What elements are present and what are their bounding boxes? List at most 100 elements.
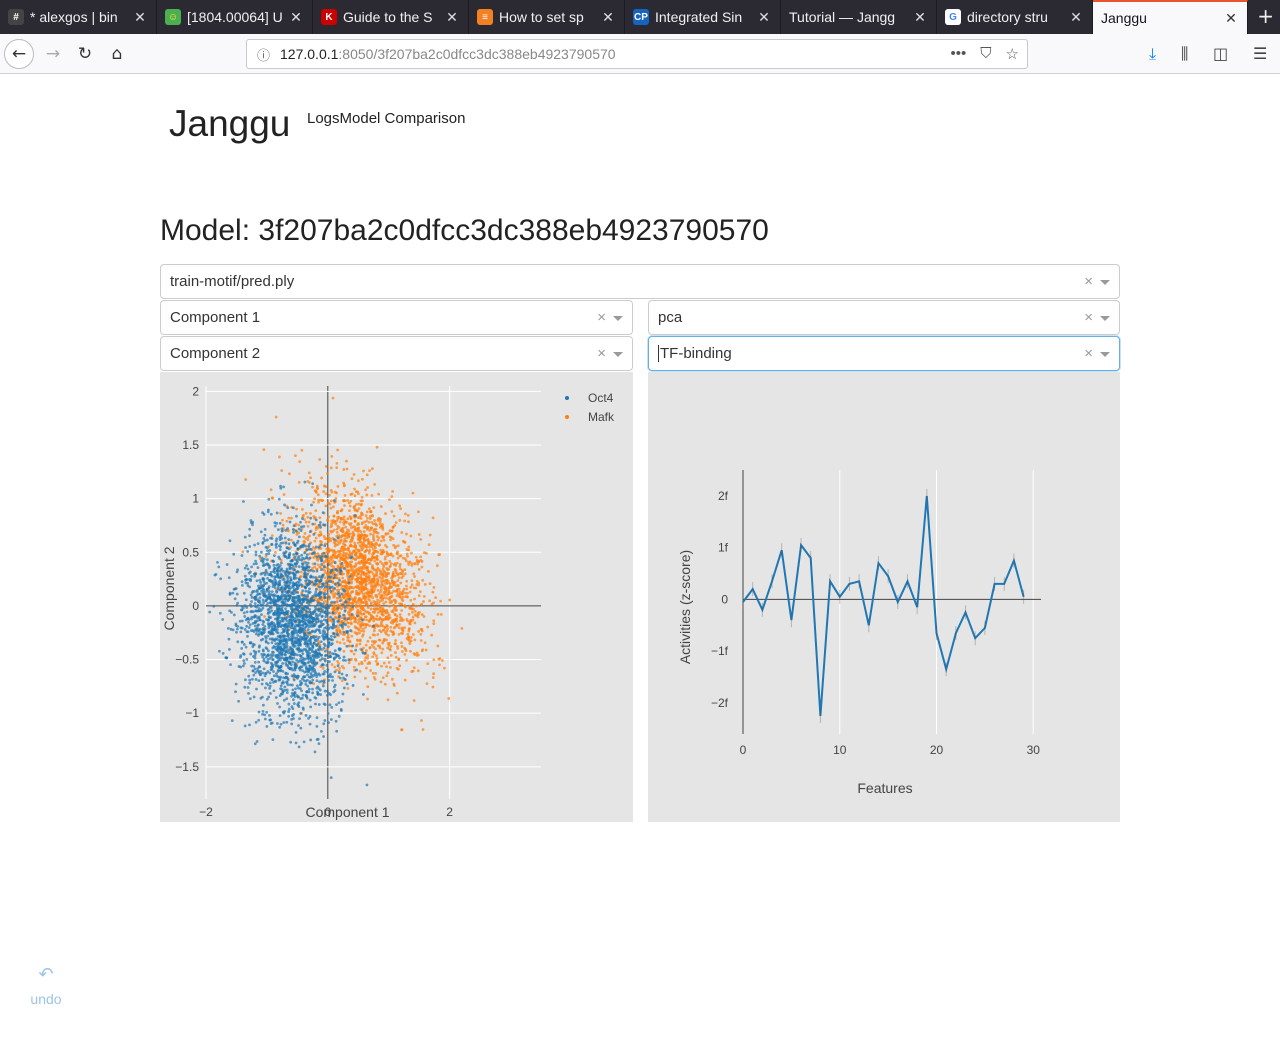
url-bar[interactable]: ⓘ 127.0.0.1:8050/3f207ba2c0dfcc3dc388eb4… [246,39,1028,69]
browser-tab[interactable]: Tutorial — Jangg ✕ [781,0,937,34]
chevron-down-icon[interactable] [1100,352,1110,357]
scatter-point [303,594,307,597]
scatter-point [360,559,364,563]
scatter-point [347,600,351,604]
scatter-point [350,612,354,616]
scatter-point [325,663,329,667]
browser-tab[interactable]: ☺ [1804.00064] U ✕ [157,0,313,34]
scatter-point [381,596,385,600]
scatter-point [369,558,373,562]
clear-icon[interactable]: × [1084,309,1093,326]
chevron-down-icon[interactable] [1100,316,1110,321]
scatter-svg[interactable]: −2 0 2−1.5−1−0.500.511.52Component 1Compon… [160,372,633,822]
scatter-point [253,543,256,547]
close-tab-icon[interactable]: ✕ [600,9,616,26]
scatter-point [287,597,291,601]
scatter-point [254,550,258,554]
scatter-point [283,685,287,689]
scatter-point [292,588,296,592]
scatter-point [281,588,285,592]
chevron-down-icon[interactable] [1100,280,1110,285]
scatter-point [313,696,317,699]
close-tab-icon[interactable]: ✕ [288,9,304,26]
close-tab-icon[interactable]: ✕ [912,9,928,26]
browser-tab[interactable]: Gdirectory stru ✕ [937,0,1093,34]
clear-icon[interactable]: × [597,309,606,326]
back-button[interactable]: ← [4,39,34,69]
scatter-point [422,595,426,598]
close-tab-icon[interactable]: ✕ [444,9,460,26]
scatter-point [419,639,423,642]
scatter-point [333,582,337,586]
y-tick-label: 2f [718,489,729,503]
scatter-point [263,533,267,537]
scatter-point [286,570,290,574]
close-tab-icon[interactable]: ✕ [132,9,148,26]
page-actions-icon[interactable]: ••• [951,45,967,63]
scatter-point [385,582,389,585]
scatter-point [331,626,335,630]
scatter-point [313,562,317,566]
clear-icon[interactable]: × [1084,273,1093,290]
bookmark-star-icon[interactable]: ☆ [1006,45,1019,63]
pocket-icon[interactable]: ⛉ [980,45,991,63]
scatter-point [339,538,343,542]
chevron-down-icon[interactable] [613,352,623,357]
close-tab-icon[interactable]: ✕ [756,9,772,26]
new-tab-button[interactable]: + [1257,4,1274,28]
scatter-point [327,691,331,695]
scatter-point [346,635,350,639]
undo-icon: ↶ [38,964,54,984]
scatter-point [359,537,362,541]
scatter-point [242,611,246,615]
library-icon[interactable]: ⫼ [1181,44,1188,64]
scatter-point [359,503,363,507]
line-svg[interactable]: 0 10 20 30−2f−1f01f2fFeaturesActivities (z-… [648,372,1120,822]
output-select[interactable]: TF-binding × [648,336,1120,371]
close-tab-icon[interactable]: ✕ [1068,9,1084,26]
scatter-point [285,646,289,650]
nav-link-model-comparison[interactable]: Model Comparison [340,110,466,127]
file-select[interactable]: train-motif/pred.ply × [160,264,1120,299]
sidebar-icon[interactable]: ◫ [1213,44,1228,63]
scatter-point [326,645,330,649]
browser-tab[interactable]: ≡ How to set sp ✕ [469,0,625,34]
x-component-select[interactable]: Component 1 × [160,300,633,335]
browser-tab[interactable]: Janggu ✕ [1093,0,1248,34]
scatter-point [384,615,388,619]
info-icon[interactable]: ⓘ [257,45,270,64]
chevron-down-icon[interactable] [613,316,623,321]
reload-button[interactable]: ↻ [70,39,100,69]
scatter-point [281,541,285,545]
scatter-point [265,558,269,562]
scatter-point [372,506,376,509]
scatter-point [366,569,369,572]
url-host: 127.0.0.1 [280,46,339,62]
scatter-point [372,624,376,628]
forward-button[interactable]: → [38,39,68,69]
clear-icon[interactable]: × [1084,345,1093,362]
scatter-point [361,651,365,655]
nav-link-logs[interactable]: Logs [307,110,340,127]
close-tab-icon[interactable]: ✕ [1223,10,1239,27]
undo-button[interactable]: ↶ undo [22,964,70,1007]
y-component-select[interactable]: Component 2 × [160,336,633,371]
browser-tab[interactable]: K Guide to the S ✕ [313,0,469,34]
scatter-point [416,669,420,673]
scatter-plot[interactable]: −2 0 2 −1.5 −1 −0.5 0 0.5 1 1.5 2 Component 1 Compon… [160,372,633,822]
menu-icon[interactable]: ☰ [1253,44,1267,63]
scatter-point [309,476,312,480]
downloads-icon[interactable]: ⤓ [1149,44,1156,64]
activity-line-plot[interactable]: 0 10 20 30 −2f −1f 0 1f 2f Features Activities (z-… [648,372,1120,822]
home-button[interactable]: ⌂ [102,39,132,69]
scatter-point [352,505,356,509]
method-select[interactable]: pca × [648,300,1120,335]
browser-tab[interactable]: CP Integrated Sin ✕ [625,0,781,34]
clear-icon[interactable]: × [597,345,606,362]
browser-tab[interactable]: # * alexgos | bin ✕ [0,0,157,34]
scatter-point [343,567,346,570]
scatter-point [400,645,404,648]
scatter-point [261,584,265,587]
scatter-point [393,524,397,527]
scatter-point [366,486,369,489]
